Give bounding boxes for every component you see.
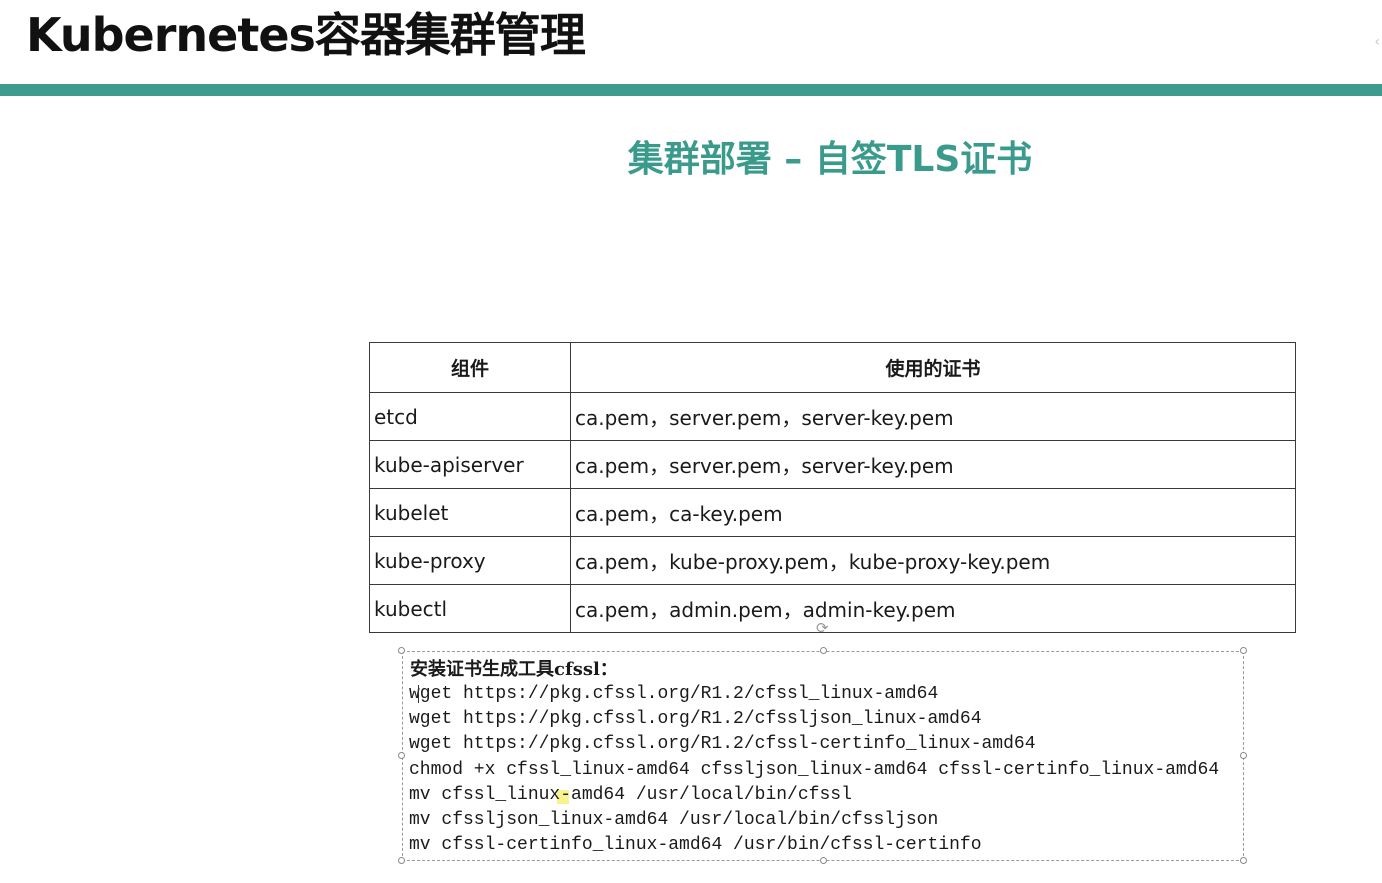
text-caret <box>418 685 419 703</box>
chevron-left-icon[interactable]: ‹ <box>1374 34 1380 50</box>
code-line[interactable]: wget https://pkg.cfssl.org/R1.2/cfssljso… <box>409 707 1219 732</box>
certs-cell[interactable]: ca.pem，kube-proxy.pem，kube-proxy-key.pem <box>570 536 1296 585</box>
code-line[interactable]: mv cfssl-certinfo_linux-amd64 /usr/bin/c… <box>409 833 1219 858</box>
column-header-component: 组件 <box>369 342 571 393</box>
certs-cell[interactable]: ca.pem，admin.pem，admin-key.pem <box>570 584 1296 633</box>
table-row[interactable]: kube-proxy ca.pem，kube-proxy.pem，kube-pr… <box>369 536 1296 585</box>
component-cell[interactable]: kubectl <box>369 584 571 633</box>
component-cell[interactable]: kubelet <box>369 488 571 537</box>
resize-handle-middle-right[interactable] <box>1240 752 1247 759</box>
slide-title: 集群部署 – 自签TLS证书 <box>627 139 1033 180</box>
table-row[interactable]: kube-apiserver ca.pem，server.pem，server-… <box>369 440 1296 489</box>
code-lines[interactable]: wget https://pkg.cfssl.org/R1.2/cfssl_li… <box>409 682 1219 858</box>
certs-cell[interactable]: ca.pem，server.pem，server-key.pem <box>570 440 1296 489</box>
component-cell[interactable]: kube-proxy <box>369 536 571 585</box>
code-line[interactable]: wget https://pkg.cfssl.org/R1.2/cfssl-ce… <box>409 732 1219 757</box>
certs-cell[interactable]: ca.pem，ca-key.pem <box>570 488 1296 537</box>
header-accent-bar <box>0 84 1382 96</box>
certs-cell[interactable]: ca.pem，server.pem，server-key.pem <box>570 392 1296 441</box>
resize-handle-bottom-right[interactable] <box>1240 857 1247 864</box>
component-cell[interactable]: kube-apiserver <box>369 440 571 489</box>
table-row[interactable]: etcd ca.pem，server.pem，server-key.pem <box>369 392 1296 441</box>
resize-handle-top-center[interactable] <box>820 647 827 654</box>
table-row[interactable]: kubectl ca.pem，admin.pem，admin-key.pem <box>369 584 1296 633</box>
code-line[interactable]: mv cfssljson_linux-amd64 /usr/local/bin/… <box>409 808 1219 833</box>
certificate-table[interactable]: 组件 使用的证书 etcd ca.pem，server.pem，server-k… <box>369 342 1296 633</box>
code-heading[interactable]: 安装证书生成工具cfssl： <box>410 658 618 682</box>
table-header-row: 组件 使用的证书 <box>369 342 1296 393</box>
code-line[interactable]: wget https://pkg.cfssl.org/R1.2/cfssl_li… <box>409 682 1219 707</box>
code-line[interactable]: mv cfssl_linux-amd64 /usr/local/bin/cfss… <box>409 783 1219 808</box>
table-row[interactable]: kubelet ca.pem，ca-key.pem <box>369 488 1296 537</box>
rotate-handle-icon[interactable]: ⟳ <box>816 621 829 636</box>
resize-handle-top-left[interactable] <box>398 647 405 654</box>
resize-handle-top-right[interactable] <box>1240 647 1247 654</box>
code-line[interactable]: chmod +x cfssl_linux-amd64 cfssljson_lin… <box>409 758 1219 783</box>
resize-handle-middle-left[interactable] <box>398 752 405 759</box>
slide-header-title: Kubernetes容器集群管理 <box>26 8 586 62</box>
resize-handle-bottom-left[interactable] <box>398 857 405 864</box>
column-header-certs: 使用的证书 <box>570 342 1296 393</box>
component-cell[interactable]: etcd <box>369 392 571 441</box>
